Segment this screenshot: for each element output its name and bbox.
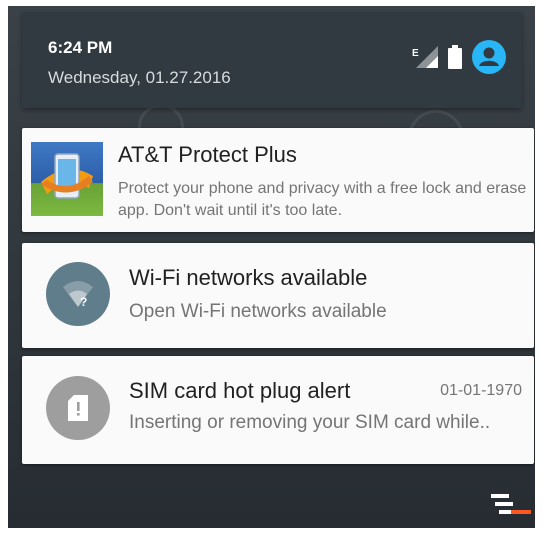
notification-title: SIM card hot plug alert [129,378,351,403]
network-type-label: E [412,48,419,59]
svg-text:?: ? [80,295,87,309]
notification-body: Open Wi-Fi networks available [129,301,387,322]
battery-icon [448,45,462,69]
account-icon[interactable] [472,40,506,74]
att-protect-app-icon [31,142,103,216]
date-label: Wednesday, 01.27.2016 [48,68,231,87]
status-icons: E [412,40,506,74]
notification-title: AT&T Protect Plus [118,142,297,167]
wifi-question-icon: ? [46,262,110,326]
notification-att-protect-plus[interactable]: AT&T Protect Plus Protect your phone and… [22,128,534,232]
notification-sim-hot-plug[interactable]: SIM card hot plug alert 01-01-1970 Inser… [22,356,534,464]
notification-shade: 6:24 PM Wednesday, 01.27.2016 E AT&T Pro… [8,6,535,528]
notification-wifi-available[interactable]: ? Wi-Fi networks available Open Wi-Fi ne… [22,243,534,348]
sim-alert-icon [46,376,110,440]
notification-title: Wi-Fi networks available [129,265,368,290]
signal-icon: E [412,46,438,68]
notification-timestamp: 01-01-1970 [440,382,522,399]
clock: 6:24 PM [48,38,113,57]
clear-all-icon[interactable] [491,492,531,520]
notification-body: Inserting or removing your SIM card whil… [129,412,491,433]
notification-body: Protect your phone and privacy with a fr… [118,180,527,219]
quick-settings-header[interactable]: 6:24 PM Wednesday, 01.27.2016 E [22,12,522,108]
